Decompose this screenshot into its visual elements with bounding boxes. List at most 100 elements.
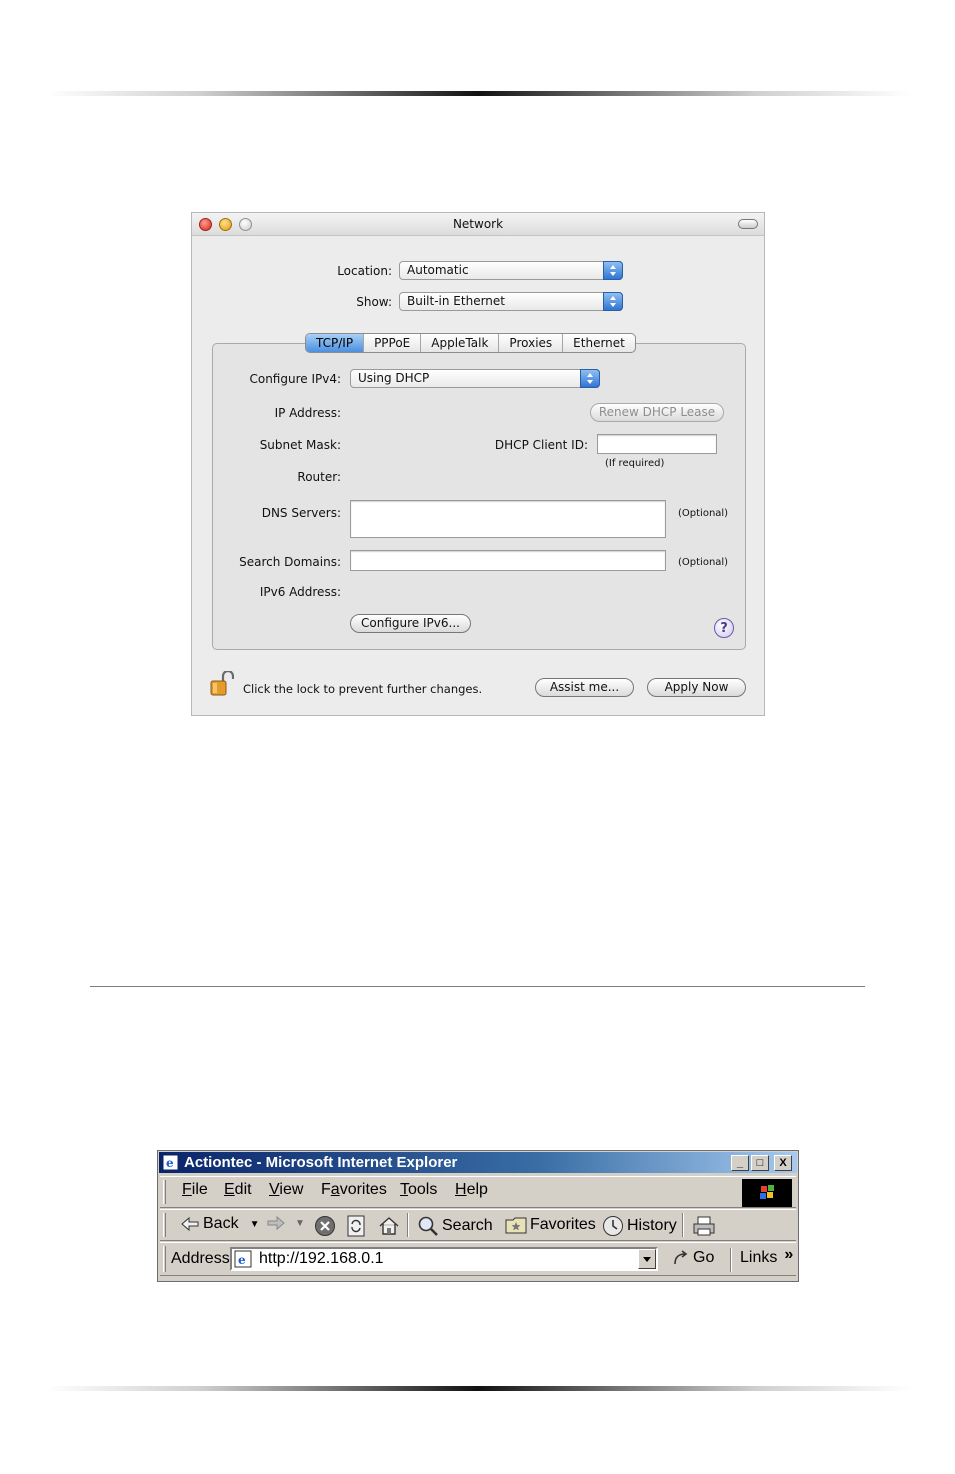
tab-ethernet[interactable]: Ethernet [562, 334, 635, 352]
stop-button[interactable] [314, 1215, 336, 1237]
address-value: http://192.168.0.1 [259, 1250, 384, 1267]
refresh-button[interactable] [346, 1215, 366, 1237]
location-popup[interactable]: Automatic [399, 261, 623, 280]
menu-favorites[interactable]: Favorites [321, 1181, 387, 1199]
dhcp-client-id-label: DHCP Client ID: [494, 438, 588, 452]
search-button[interactable]: Search [417, 1215, 493, 1237]
page-icon: e [234, 1250, 252, 1268]
tab-tcpip[interactable]: TCP/IP [306, 334, 364, 352]
menu-edit-label: dit [234, 1181, 252, 1198]
location-label: Location: [337, 264, 392, 278]
dns-servers-input[interactable] [350, 500, 666, 538]
location-value: Automatic [407, 263, 469, 277]
settings-group-box [212, 343, 746, 650]
ie-window-title: Actiontec - Microsoft Internet Explorer [184, 1154, 458, 1171]
bottom-rule [45, 1386, 911, 1391]
standard-toolbar: Back ▼ ▼ Search Favorites History [160, 1209, 796, 1241]
search-domains-input[interactable] [350, 550, 666, 571]
links-chevron-icon[interactable]: » [784, 1246, 793, 1264]
section-divider [90, 986, 865, 987]
configure-ipv4-popup[interactable]: Using DHCP [350, 369, 600, 388]
tab-proxies[interactable]: Proxies [498, 334, 562, 352]
search-label: Search [442, 1217, 493, 1234]
forward-arrow-icon [267, 1215, 285, 1231]
configure-ipv4-label: Configure IPv4: [249, 372, 341, 386]
favorites-button[interactable]: Favorites [505, 1215, 596, 1235]
links-separator [730, 1248, 732, 1272]
renew-dhcp-lease-button[interactable]: Renew DHCP Lease [590, 403, 724, 422]
menu-view[interactable]: View [269, 1181, 303, 1199]
history-label: History [627, 1217, 677, 1234]
top-rule [45, 91, 911, 96]
popup-arrows-icon [603, 261, 623, 280]
refresh-icon [347, 1215, 365, 1237]
configure-ipv6-button[interactable]: Configure IPv6... [350, 614, 471, 633]
tab-pppoe[interactable]: PPPoE [363, 334, 420, 352]
ip-address-label: IP Address: [274, 406, 341, 420]
ie-titlebar[interactable]: e Actiontec - Microsoft Internet Explore… [159, 1152, 797, 1173]
menu-bar: File Edit View Favorites Tools Help [160, 1176, 796, 1208]
menu-help-label: elp [466, 1181, 488, 1198]
links-button[interactable]: Links » [740, 1246, 793, 1267]
apply-now-button[interactable]: Apply Now [647, 678, 746, 697]
history-button[interactable]: History [602, 1215, 677, 1237]
network-preferences-window: Network Location: Automatic Show: Built-… [191, 212, 765, 716]
search-optional-note: (Optional) [678, 557, 729, 568]
help-icon[interactable]: ? [714, 618, 734, 638]
toolbar-separator [407, 1213, 409, 1237]
print-button[interactable] [692, 1215, 716, 1237]
padlock-icon[interactable] [210, 671, 234, 697]
home-icon [379, 1217, 399, 1235]
menu-edit[interactable]: Edit [224, 1181, 252, 1199]
close-button[interactable]: X [774, 1155, 792, 1171]
address-input[interactable]: e http://192.168.0.1 [230, 1247, 658, 1271]
toolbar-toggle-icon[interactable] [738, 219, 758, 229]
forward-button[interactable]: ▼ [266, 1215, 305, 1231]
ie-logo-icon: e [162, 1154, 179, 1171]
dns-optional-note: (Optional) [678, 508, 729, 519]
if-required-note: (If required) [605, 458, 665, 469]
menu-view-label: iew [279, 1181, 304, 1198]
windows-logo-icon [742, 1179, 792, 1207]
dhcp-client-id-input[interactable] [597, 434, 717, 454]
print-icon [693, 1216, 715, 1236]
go-arrow-icon [674, 1250, 688, 1265]
forward-dropdown-icon[interactable]: ▼ [295, 1218, 305, 1229]
maximize-button[interactable]: □ [751, 1155, 769, 1171]
menu-file-label: ile [191, 1181, 208, 1198]
back-label: Back [203, 1215, 239, 1232]
show-popup[interactable]: Built-in Ethernet [399, 292, 623, 311]
back-dropdown-icon[interactable]: ▼ [250, 1219, 260, 1230]
toolbar-grip[interactable] [163, 1213, 166, 1237]
search-icon [418, 1216, 438, 1236]
menu-help[interactable]: Help [455, 1181, 488, 1199]
links-label: Links [740, 1249, 778, 1266]
address-bar: Address e http://192.168.0.1 Go Links » [160, 1242, 796, 1276]
menu-tools[interactable]: Tools [400, 1181, 437, 1199]
menu-grip[interactable] [163, 1180, 166, 1204]
svg-text:e: e [238, 1253, 246, 1267]
window-titlebar[interactable]: Network [192, 213, 764, 236]
dns-servers-label: DNS Servers: [261, 506, 341, 520]
back-button[interactable]: Back ▼ [180, 1215, 259, 1233]
show-value: Built-in Ethernet [407, 294, 505, 308]
menu-tools-label: ools [408, 1181, 438, 1198]
favorites-label: Favorites [530, 1216, 596, 1233]
popup-arrows-icon [603, 292, 623, 311]
window-title: Network [452, 217, 504, 231]
menu-file[interactable]: File [182, 1181, 208, 1199]
tab-appletalk[interactable]: AppleTalk [420, 334, 498, 352]
configure-ipv4-value: Using DHCP [358, 371, 430, 385]
toolbar-separator [682, 1213, 684, 1237]
go-button[interactable]: Go [672, 1249, 714, 1267]
home-button[interactable] [378, 1215, 400, 1237]
assist-me-button[interactable]: Assist me... [535, 678, 634, 697]
minimize-button[interactable]: _ [731, 1155, 749, 1171]
stop-icon [315, 1216, 335, 1236]
popup-arrows-icon [580, 369, 600, 388]
address-dropdown-icon[interactable] [638, 1249, 656, 1269]
tab-bar: TCP/IP PPPoE AppleTalk Proxies Ethernet [305, 333, 636, 353]
router-label: Router: [297, 470, 341, 484]
svg-text:e: e [166, 1156, 174, 1170]
address-grip[interactable] [163, 1246, 166, 1272]
